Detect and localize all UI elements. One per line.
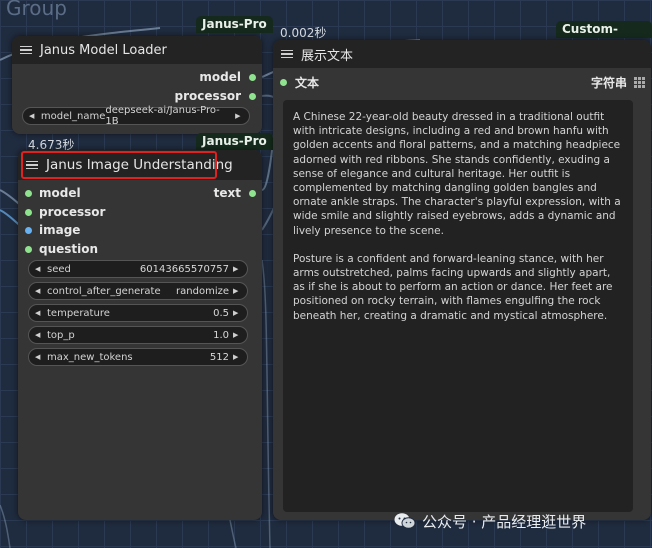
input-slot-dot[interactable] [280, 78, 287, 86]
janus-pro-badge-top: Janus-Pro [196, 16, 273, 33]
left-arrow-icon[interactable]: ◀ [29, 112, 37, 120]
text-paragraph: Posture is a confident and forward-leani… [293, 252, 616, 322]
widget-value: 0.5 [213, 307, 229, 319]
widget-name: temperature [47, 307, 110, 319]
input-label: processor [39, 205, 106, 219]
right-arrow-icon[interactable]: ▶ [233, 287, 241, 295]
input-label: question [39, 242, 99, 256]
output-processor[interactable]: processor [175, 87, 256, 105]
input-slot-dot[interactable] [25, 226, 32, 234]
widget-name: seed [47, 263, 71, 275]
max-new-tokens-widget[interactable]: ◀ max_new_tokens 512 ▶ [28, 348, 248, 366]
output-label: model [199, 70, 241, 84]
output-slot-dot[interactable] [249, 189, 256, 197]
input-label: image [39, 223, 81, 237]
right-arrow-icon[interactable]: ▶ [233, 265, 241, 273]
widget-name: model_name [40, 110, 106, 122]
model-name-combo[interactable]: ◀ model_name deepseek-ai/Janus-Pro-1B ▶ [22, 105, 250, 127]
input-image[interactable]: image [25, 221, 80, 239]
input-label: 文本 [295, 75, 320, 90]
input-model[interactable]: model [25, 184, 81, 202]
text-output-area[interactable]: A Chinese 22-year-old beauty dressed in … [283, 100, 633, 512]
output-label: 字符串 [590, 75, 627, 90]
wechat-icon [394, 512, 416, 530]
widget-value: 1.0 [213, 329, 229, 341]
output-slot-dot[interactable] [249, 73, 256, 81]
janus-image-understanding-node[interactable]: Janus Image Understanding model processo… [18, 150, 262, 520]
node-title: 展示文本 [301, 48, 354, 64]
output-string[interactable]: 字符串 [591, 73, 645, 91]
wechat-watermark: 公众号 · 产品经理逛世界 [394, 510, 586, 532]
left-arrow-icon[interactable]: ◀ [35, 353, 43, 361]
output-slot-dot[interactable] [249, 92, 256, 100]
input-label: model [39, 186, 81, 200]
title-highlight-box [21, 151, 217, 179]
node-header[interactable]: 展示文本 [273, 40, 651, 68]
left-arrow-icon[interactable]: ◀ [35, 309, 43, 317]
right-arrow-icon[interactable]: ▶ [235, 112, 243, 120]
output-text[interactable]: text [214, 184, 256, 202]
menu-icon[interactable] [281, 49, 293, 59]
input-processor[interactable]: processor [25, 203, 105, 221]
widget-value: 60143665570757 [139, 263, 229, 275]
group-title: Group [6, 0, 67, 20]
janus-pro-badge-mid: Janus-Pro [196, 133, 273, 150]
custom-scripts-badge: Custom-Scripts [556, 21, 652, 53]
top-p-widget[interactable]: ◀ top_p 1.0 ▶ [28, 326, 248, 344]
output-label: processor [174, 89, 241, 103]
right-arrow-icon[interactable]: ▶ [233, 353, 241, 361]
output-label: text [213, 186, 241, 200]
right-arrow-icon[interactable]: ▶ [233, 309, 241, 317]
temperature-widget[interactable]: ◀ temperature 0.5 ▶ [28, 304, 248, 322]
input-slot-dot[interactable] [25, 208, 32, 216]
left-arrow-icon[interactable]: ◀ [35, 287, 43, 295]
display-node-timing: 0.002秒 [280, 26, 327, 40]
output-model[interactable]: model [199, 68, 256, 86]
watermark-text: 公众号 · 产品经理逛世界 [422, 512, 587, 531]
input-slot-dot[interactable] [25, 245, 32, 253]
widget-value: 512 [209, 351, 229, 363]
seed-widget[interactable]: ◀ seed 60143665570757 ▶ [28, 260, 248, 278]
widget-name: max_new_tokens [47, 351, 133, 363]
widget-name: control_after_generate [47, 285, 161, 297]
input-text[interactable]: 文本 [280, 73, 319, 91]
node-title: Janus Model Loader [40, 42, 167, 58]
grid-output-icon[interactable] [634, 76, 645, 88]
widget-value: deepseek-ai/Janus-Pro-1B [105, 105, 220, 127]
widget-name: top_p [47, 329, 75, 341]
janus-model-loader-node[interactable]: Janus Model Loader model processor ◀ mod… [12, 36, 262, 134]
control-after-generate-widget[interactable]: ◀ control_after_generate randomize ▶ [28, 282, 248, 300]
right-arrow-icon[interactable]: ▶ [233, 331, 241, 339]
display-text-node[interactable]: 展示文本 文本 字符串 A Chinese 22-year-old beauty… [273, 40, 651, 520]
text-paragraph: A Chinese 22-year-old beauty dressed in … [293, 111, 624, 237]
widget-value: randomize [176, 285, 229, 297]
input-slot-dot[interactable] [25, 189, 32, 197]
left-arrow-icon[interactable]: ◀ [35, 265, 43, 273]
menu-icon[interactable] [20, 45, 32, 55]
input-question[interactable]: question [25, 240, 98, 258]
left-arrow-icon[interactable]: ◀ [35, 331, 43, 339]
node-header[interactable]: Janus Model Loader [12, 36, 262, 64]
